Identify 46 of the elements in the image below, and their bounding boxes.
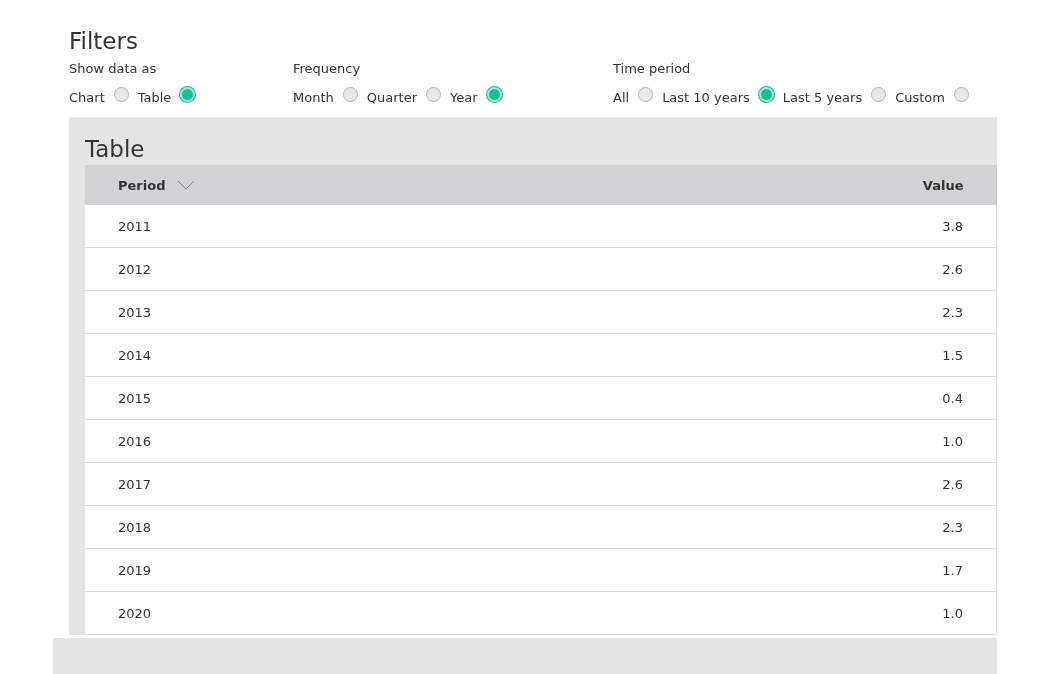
table-cell: 2.3: [942, 304, 963, 320]
sort-chevron-icon[interactable]: [177, 180, 196, 190]
table-cell: 2012: [118, 261, 152, 277]
filter-label: Time period: [613, 60, 692, 78]
table-cell: 2.6: [942, 476, 963, 492]
table-cell: 2014: [118, 347, 152, 363]
radio-button[interactable]: [486, 87, 502, 102]
table-cell: 2015: [118, 390, 152, 406]
radio-label[interactable]: Year: [450, 89, 478, 105]
table-cell: 2019: [118, 562, 152, 578]
radio-label[interactable]: Last 5 years: [782, 89, 863, 105]
table-cell: 2.6: [942, 261, 963, 277]
radio-button[interactable]: [758, 87, 774, 102]
filter-label: Frequency: [293, 60, 362, 78]
radio-button[interactable]: [113, 87, 129, 102]
radio-label[interactable]: All: [613, 89, 630, 105]
filters-heading: Filters: [69, 27, 139, 56]
table-cell: 2017: [118, 476, 152, 492]
radio-button[interactable]: [180, 87, 196, 102]
table-cell: 2016: [118, 433, 152, 449]
column-header[interactable]: Period: [118, 177, 166, 193]
table-cell: 3.8: [942, 218, 963, 234]
column-header[interactable]: Value: [922, 177, 964, 193]
radio-label[interactable]: Quarter: [366, 89, 417, 105]
radio-label[interactable]: Last 10 years: [662, 89, 750, 105]
radio-button[interactable]: [342, 87, 358, 102]
radio-button[interactable]: [638, 87, 654, 102]
table-cell: 2013: [118, 304, 152, 320]
table-heading: Table: [85, 135, 146, 164]
table-cell: 2020: [118, 605, 152, 621]
table-cell: 1.5: [942, 347, 963, 363]
radio-button[interactable]: [954, 87, 969, 102]
radio-label[interactable]: Month: [293, 89, 334, 105]
table-cell: 1.0: [942, 433, 963, 449]
table-cell: 2018: [118, 519, 152, 535]
filter-label: Show data as: [69, 60, 158, 78]
table-cell: 2.3: [942, 519, 963, 535]
radio-label[interactable]: Chart: [69, 89, 105, 105]
radio-label[interactable]: Custom: [895, 89, 945, 105]
table-cell: 2011: [118, 218, 152, 234]
table-cell: 0.4: [942, 390, 963, 406]
table-cell: 1.7: [942, 562, 963, 578]
table-cell: 1.0: [942, 605, 963, 621]
radio-label[interactable]: Table: [137, 89, 172, 105]
radio-button[interactable]: [426, 87, 441, 102]
radio-button[interactable]: [871, 87, 887, 102]
